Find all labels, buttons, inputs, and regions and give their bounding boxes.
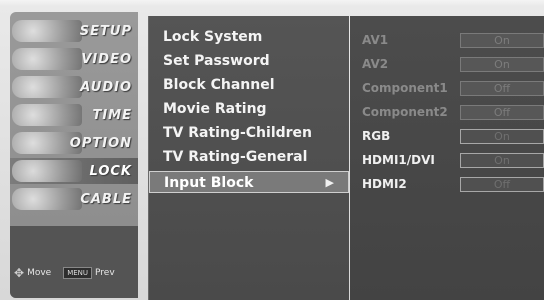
sidebar-bottom — [10, 226, 138, 298]
input-row-rgb[interactable]: RGB On — [350, 126, 544, 146]
menu-item-tv-rating-children[interactable]: TV Rating-Children — [149, 122, 349, 144]
category-sidebar: SETUP VIDEO AUDIO TIME OPTION LOCK CABLE — [10, 12, 138, 298]
tv-menu-screen: SETUP VIDEO AUDIO TIME OPTION LOCK CABLE — [0, 0, 544, 300]
menu-item-input-block[interactable]: Input Block ▶ — [149, 171, 349, 193]
time-icon — [12, 104, 82, 126]
input-name: AV2 — [362, 57, 389, 71]
input-block-panel: AV1 On AV2 On Component1 Off Component2 … — [350, 16, 544, 300]
input-row-hdmi2[interactable]: HDMI2 Off — [350, 174, 544, 194]
category-setup[interactable]: SETUP — [10, 18, 138, 44]
video-icon — [12, 48, 82, 70]
category-label: TIME — [92, 107, 132, 123]
input-toggle[interactable]: Off — [460, 177, 544, 192]
input-toggle[interactable]: On — [460, 33, 544, 48]
input-row-av2[interactable]: AV2 On — [350, 54, 544, 74]
input-row-component1[interactable]: Component1 Off — [350, 78, 544, 98]
menu-item-tv-rating-general[interactable]: TV Rating-General — [149, 146, 349, 168]
input-name: HDMI1/DVI — [362, 153, 435, 167]
footer-hints: ✥ Move MENU Prev — [14, 266, 115, 280]
input-name: Component1 — [362, 81, 448, 95]
move-arrows-icon: ✥ — [14, 266, 25, 280]
input-toggle[interactable]: On — [460, 57, 544, 72]
audio-icon — [12, 76, 82, 98]
move-hint: Move — [27, 268, 52, 278]
category-lock[interactable]: LOCK — [10, 158, 138, 184]
input-name: AV1 — [362, 33, 389, 47]
category-option[interactable]: OPTION — [10, 130, 138, 156]
menu-item-movie-rating[interactable]: Movie Rating — [149, 98, 349, 120]
input-name: RGB — [362, 129, 391, 143]
lock-menu: Lock System Set Password Block Channel M… — [148, 16, 349, 300]
input-row-av1[interactable]: AV1 On — [350, 30, 544, 50]
menu-key-icon: MENU — [63, 267, 93, 279]
input-toggle[interactable]: On — [460, 129, 544, 144]
category-label: AUDIO — [80, 79, 132, 95]
arrow-right-icon: ▶ — [325, 176, 334, 189]
input-toggle[interactable]: Off — [460, 81, 544, 96]
category-label: OPTION — [69, 135, 132, 151]
category-video[interactable]: VIDEO — [10, 46, 138, 72]
menu-item-lock-system[interactable]: Lock System — [149, 26, 349, 48]
input-toggle[interactable]: Off — [460, 105, 544, 120]
menu-item-set-password[interactable]: Set Password — [149, 50, 349, 72]
category-label: CABLE — [80, 191, 132, 207]
menu-item-label: Input Block — [164, 175, 254, 191]
setup-icon — [12, 20, 82, 42]
input-row-hdmi1-dvi[interactable]: HDMI1/DVI On — [350, 150, 544, 170]
category-cable[interactable]: CABLE — [10, 186, 138, 212]
input-name: Component2 — [362, 105, 448, 119]
input-row-component2[interactable]: Component2 Off — [350, 102, 544, 122]
category-time[interactable]: TIME — [10, 102, 138, 128]
cable-icon — [12, 188, 82, 210]
input-toggle[interactable]: On — [460, 153, 544, 168]
input-name: HDMI2 — [362, 177, 407, 191]
category-label: SETUP — [79, 23, 132, 39]
prev-hint: Prev — [95, 268, 115, 278]
menu-item-block-channel[interactable]: Block Channel — [149, 74, 349, 96]
category-label: VIDEO — [81, 51, 132, 67]
category-label: LOCK — [89, 163, 132, 179]
lock-icon — [12, 160, 82, 182]
category-audio[interactable]: AUDIO — [10, 74, 138, 100]
